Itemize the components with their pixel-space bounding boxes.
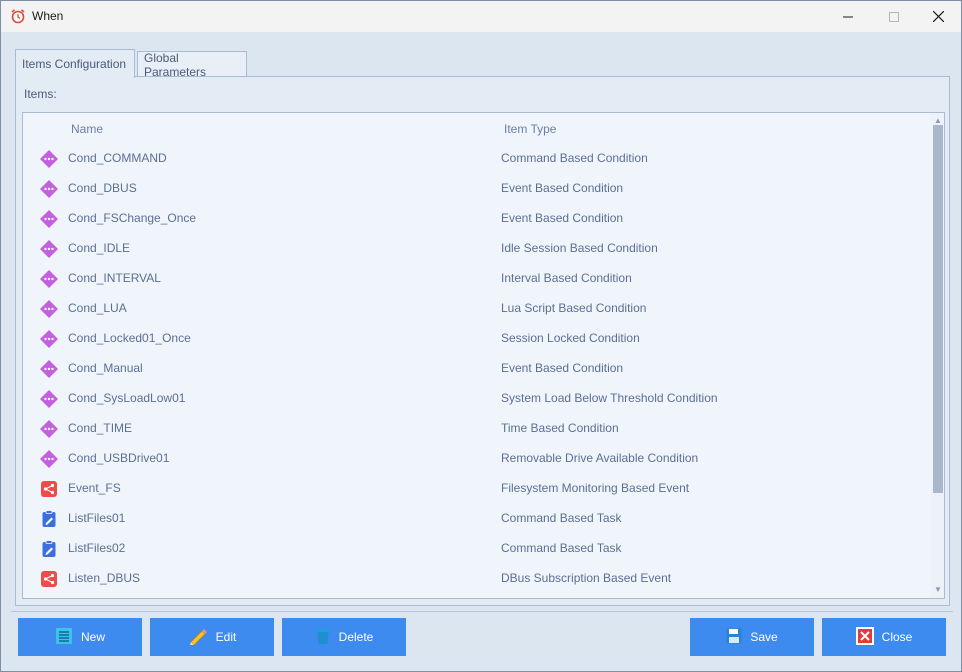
item-type: Event Based Condition xyxy=(501,361,624,375)
list-item[interactable]: Event_FS Filesystem Monitoring Based Even… xyxy=(23,473,931,503)
item-type: Command Based Condition xyxy=(501,151,648,165)
list-item[interactable]: Cond_TIME Time Based Condition xyxy=(23,413,931,443)
window-title: When xyxy=(32,9,64,23)
item-type: Event Based Condition xyxy=(501,181,624,195)
minimize-button[interactable] xyxy=(825,1,871,32)
scroll-down-arrow-icon[interactable]: ▼ xyxy=(934,585,942,594)
alarm-clock-icon xyxy=(10,8,26,24)
list-item[interactable]: ListFiles02 Command Based Task xyxy=(23,533,931,563)
item-type: Event Based Condition xyxy=(501,211,624,225)
new-button-label: New xyxy=(80,630,105,644)
condition-icon xyxy=(39,389,59,409)
item-type: Command Based Task xyxy=(501,541,622,555)
item-type: Command Based Task xyxy=(501,511,622,525)
item-name: Listen_DBUS xyxy=(68,571,141,585)
condition-icon xyxy=(39,329,59,349)
delete-button[interactable]: Delete xyxy=(282,618,406,656)
column-header-item-type[interactable]: Item Type xyxy=(504,122,556,136)
item-type: Lua Script Based Condition xyxy=(501,301,647,315)
trash-icon xyxy=(315,627,331,648)
tab-items-configuration[interactable]: Items Configuration xyxy=(15,49,135,78)
event-icon xyxy=(39,569,59,589)
list-item[interactable]: Cond_IDLE Idle Session Based Condition xyxy=(23,233,931,263)
list-item[interactable]: Cond_DBUS Event Based Condition xyxy=(23,173,931,203)
list-item[interactable]: Cond_Locked01_Once Session Locked Conditi… xyxy=(23,323,931,353)
edit-button-label: Edit xyxy=(215,630,237,644)
item-name: ListFiles02 xyxy=(68,541,126,555)
list-item[interactable]: Cond_SysLoadLow01 System Load Below Thres… xyxy=(23,383,931,413)
item-name: Cond_SysLoadLow01 xyxy=(68,391,186,405)
condition-icon xyxy=(39,149,59,169)
item-type: Time Based Condition xyxy=(501,421,619,435)
items-rows: Cond_COMMAND Command Based Condition Cond… xyxy=(23,143,931,593)
new-button[interactable]: New xyxy=(18,618,142,656)
save-button-label: Save xyxy=(750,630,778,644)
item-name: Cond_INTERVAL xyxy=(68,271,161,285)
close-window-button[interactable] xyxy=(915,1,961,32)
task-icon xyxy=(39,539,59,559)
condition-icon xyxy=(39,299,59,319)
tab-global-parameters[interactable]: Global Parameters xyxy=(137,51,247,79)
list-item[interactable]: Cond_LUA Lua Script Based Condition xyxy=(23,293,931,323)
condition-icon xyxy=(39,449,59,469)
condition-icon xyxy=(39,419,59,439)
item-type: Session Locked Condition xyxy=(501,331,640,345)
item-name: Cond_LUA xyxy=(68,301,127,315)
delete-button-label: Delete xyxy=(338,630,374,644)
scroll-up-arrow-icon[interactable]: ▲ xyxy=(934,116,942,125)
close-button-label: Close xyxy=(881,630,913,644)
list-item[interactable]: Cond_COMMAND Command Based Condition xyxy=(23,143,931,173)
list-item[interactable]: ListFiles01 Command Based Task xyxy=(23,503,931,533)
item-name: Cond_Locked01_Once xyxy=(68,331,191,345)
close-x-icon xyxy=(855,626,874,648)
task-icon xyxy=(39,509,59,529)
maximize-button[interactable] xyxy=(871,1,917,32)
floppy-disk-icon xyxy=(726,628,742,647)
condition-icon xyxy=(39,359,59,379)
event-icon xyxy=(39,479,59,499)
item-type: Idle Session Based Condition xyxy=(501,241,658,255)
items-list: Name Item Type Cond_COMMAND Command Based… xyxy=(22,112,945,599)
item-name: Event_FS xyxy=(68,481,121,495)
list-item[interactable]: Cond_USBDrive01 Removable Drive Available… xyxy=(23,443,931,473)
app-window: When Items Configuration Global Paramete… xyxy=(0,0,962,672)
list-item[interactable]: Listen_DBUS DBus Subscription Based Event xyxy=(23,563,931,593)
item-type: Interval Based Condition xyxy=(501,271,632,285)
condition-icon xyxy=(39,239,59,259)
list-item[interactable]: Cond_INTERVAL Interval Based Condition xyxy=(23,263,931,293)
column-header-name[interactable]: Name xyxy=(71,122,103,136)
close-button[interactable]: Close xyxy=(822,618,946,656)
items-panel: Items: Name Item Type Cond_COMMAND Comman… xyxy=(15,76,950,606)
list-item[interactable]: Cond_Manual Event Based Condition xyxy=(23,353,931,383)
item-name: Cond_FSChange_Once xyxy=(68,211,197,225)
item-name: Cond_IDLE xyxy=(68,241,131,255)
item-type: System Load Below Threshold Condition xyxy=(501,391,718,405)
scrollbar-thumb[interactable] xyxy=(933,125,943,493)
item-type: Filesystem Monitoring Based Event xyxy=(501,481,690,495)
item-type: DBus Subscription Based Event xyxy=(501,571,672,585)
condition-icon xyxy=(39,179,59,199)
save-button[interactable]: Save xyxy=(690,618,814,656)
item-type: Removable Drive Available Condition xyxy=(501,451,699,465)
footer-divider xyxy=(11,611,953,612)
list-icon xyxy=(55,627,73,648)
condition-icon xyxy=(39,209,59,229)
item-name: Cond_Manual xyxy=(68,361,143,375)
list-item[interactable]: Cond_FSChange_Once Event Based Condition xyxy=(23,203,931,233)
item-name: Cond_USBDrive01 xyxy=(68,451,170,465)
edit-button[interactable]: Edit xyxy=(150,618,274,656)
vertical-scrollbar[interactable]: ▲ ▼ xyxy=(931,113,944,598)
pencil-icon xyxy=(188,627,208,648)
condition-icon xyxy=(39,269,59,289)
item-name: Cond_DBUS xyxy=(68,181,137,195)
title-bar[interactable]: When xyxy=(1,1,961,32)
items-label: Items: xyxy=(24,87,57,101)
item-name: Cond_COMMAND xyxy=(68,151,167,165)
item-name: ListFiles01 xyxy=(68,511,126,525)
item-name: Cond_TIME xyxy=(68,421,133,435)
